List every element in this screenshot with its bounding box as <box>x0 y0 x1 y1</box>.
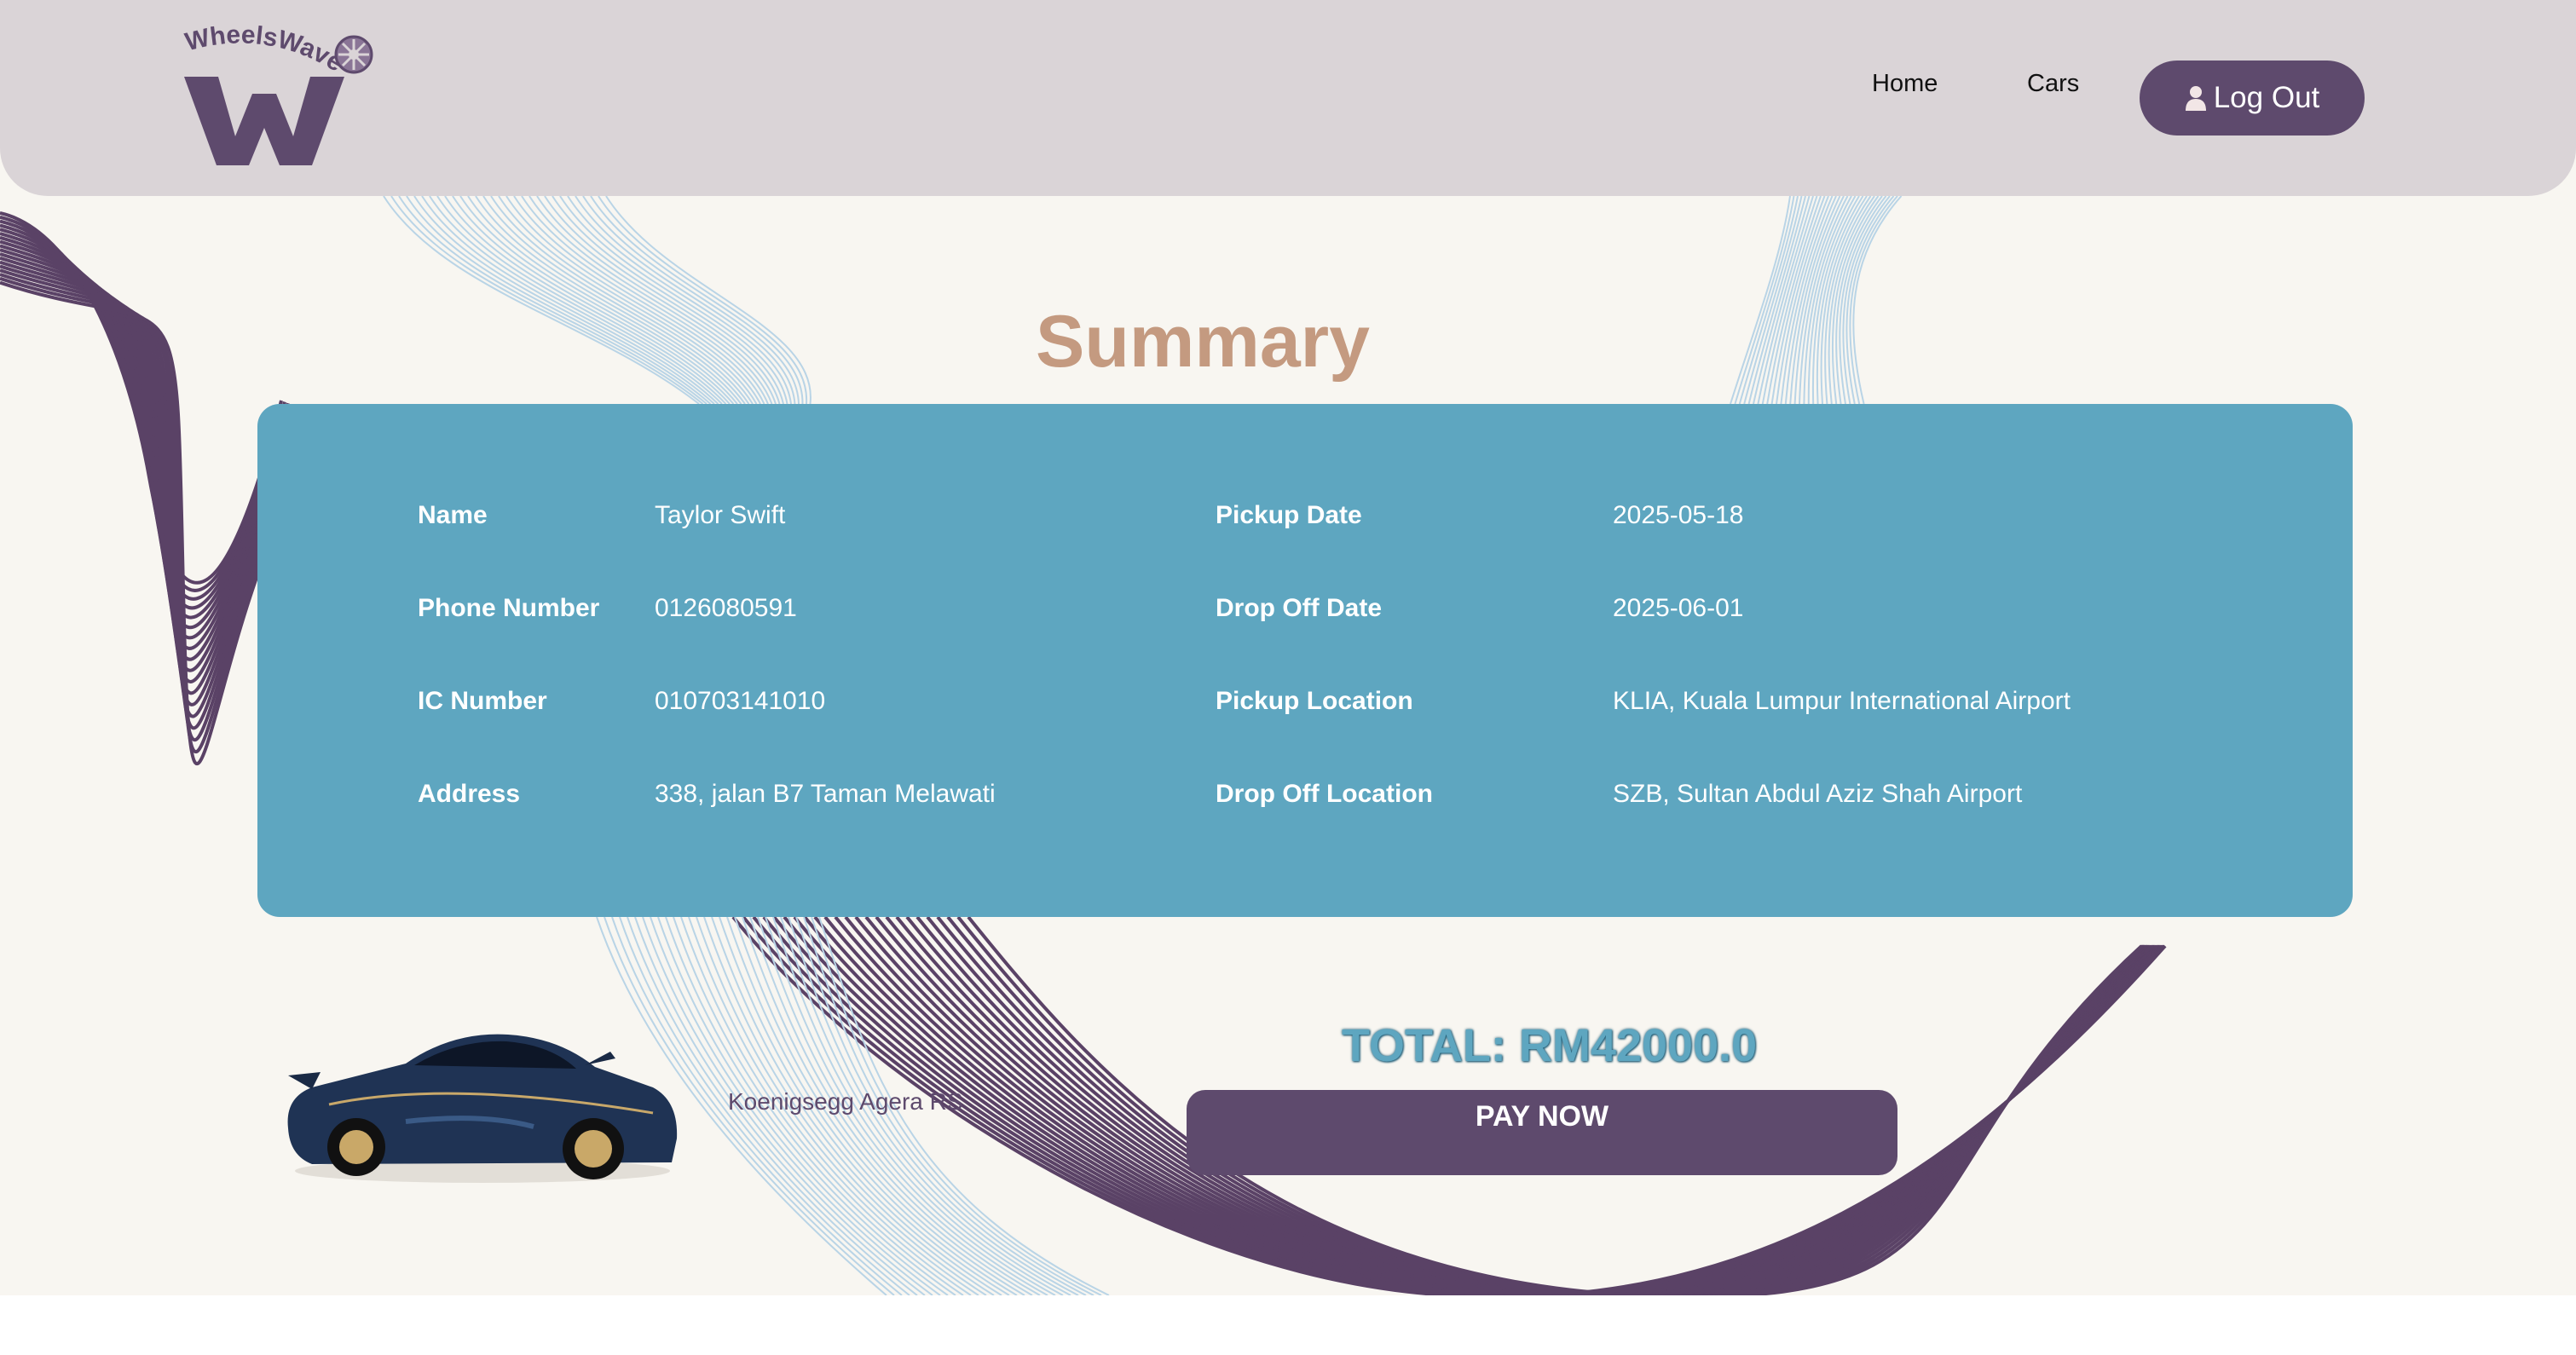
dropoff-location-value: SZB, Sultan Abdul Aziz Shah Airport <box>1613 780 2023 808</box>
wheel-icon <box>334 35 373 74</box>
name-value: Taylor Swift <box>655 501 786 529</box>
logout-button[interactable]: Log Out <box>2140 61 2365 136</box>
ic-label: IC Number <box>418 687 547 715</box>
page-background: WheelsWave Home Cars Log Out Summary Nam… <box>0 0 2576 1295</box>
svg-text:WheelsWave: WheelsWave <box>182 26 348 78</box>
total-price: TOTAL: RM42000.0 <box>1342 1020 1758 1071</box>
nav-home-link[interactable]: Home <box>1872 70 1938 98</box>
pickup-location-label: Pickup Location <box>1216 687 1413 715</box>
phone-value: 0126080591 <box>655 594 797 622</box>
car-name: Koenigsegg Agera RS <box>728 1088 963 1115</box>
user-icon <box>2185 86 2206 111</box>
pay-now-button[interactable]: PAY NOW <box>1187 1090 1897 1175</box>
name-label: Name <box>418 501 488 529</box>
wheelswave-logo[interactable]: WheelsWave <box>179 26 384 169</box>
ic-value: 010703141010 <box>655 687 826 715</box>
dropoff-location-label: Drop Off Location <box>1216 780 1433 808</box>
phone-label: Phone Number <box>418 594 600 622</box>
car-image <box>287 1034 678 1183</box>
pickup-date-value: 2025-05-18 <box>1613 501 1744 529</box>
logo-text: WheelsWave <box>182 26 348 78</box>
logout-label: Log Out <box>2213 81 2320 114</box>
booking-summary-card: Name Taylor Swift Pickup Date 2025-05-18… <box>257 404 2353 917</box>
nav-cars-link[interactable]: Cars <box>2027 70 2079 98</box>
dropoff-date-label: Drop Off Date <box>1216 594 1382 622</box>
dropoff-date-value: 2025-06-01 <box>1613 594 1744 622</box>
site-header: WheelsWave Home Cars Log Out <box>0 0 2576 196</box>
page-title: Summary <box>1036 301 1370 383</box>
address-label: Address <box>418 780 521 808</box>
address-value: 338, jalan B7 Taman Melawati <box>655 780 996 808</box>
pickup-date-label: Pickup Date <box>1216 501 1362 529</box>
pickup-location-value: KLIA, Kuala Lumpur International Airport <box>1613 687 2071 715</box>
